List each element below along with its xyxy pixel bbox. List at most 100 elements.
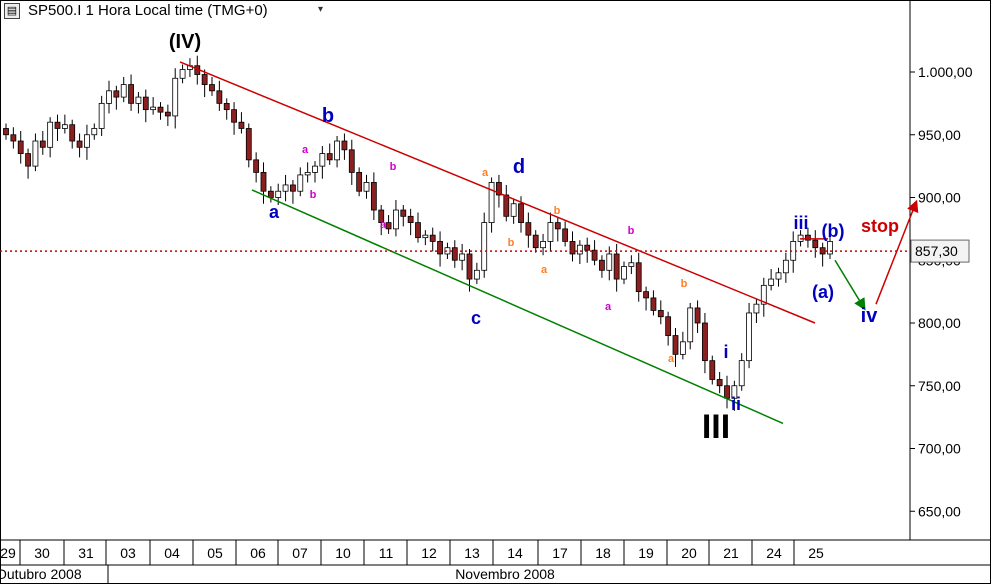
candle-body xyxy=(525,222,532,236)
x-tick-label: 11 xyxy=(379,545,394,561)
candle-body xyxy=(569,241,576,255)
candle-body xyxy=(628,262,635,267)
candle-body xyxy=(54,121,61,129)
candle-body xyxy=(47,121,54,148)
chart-window: 1.000,00950,00900,00850,00800,00750,0070… xyxy=(0,0,991,584)
subwave-label: b xyxy=(681,278,688,290)
candle-body xyxy=(260,171,267,192)
candle-body xyxy=(621,266,627,280)
candle-body xyxy=(157,106,164,113)
candle-body xyxy=(547,222,554,242)
candle-body xyxy=(253,159,260,173)
candle-body xyxy=(746,312,752,362)
current-price-label: 857,30 xyxy=(915,243,958,259)
candle-body xyxy=(312,165,318,173)
subwave-label: b xyxy=(554,205,561,217)
x-tick-label: 30 xyxy=(34,545,50,561)
candle-body xyxy=(164,111,171,117)
subwave-label: b xyxy=(310,189,317,201)
x-tick-label: 31 xyxy=(78,545,94,561)
wave-label: iv xyxy=(861,305,879,327)
candle-body xyxy=(437,241,443,255)
x-tick-label: 17 xyxy=(552,545,568,561)
candle-body xyxy=(216,90,223,104)
candle-body xyxy=(98,102,105,129)
candle-body xyxy=(782,259,789,274)
candle-body xyxy=(768,278,775,286)
candle-body xyxy=(76,140,83,148)
candle-body xyxy=(540,241,546,249)
candle-body xyxy=(223,102,230,111)
y-tick-label: 750,00 xyxy=(918,378,961,394)
subwave-label: a xyxy=(668,353,675,365)
wave-label: (a) xyxy=(812,282,834,302)
candle-body xyxy=(341,140,348,151)
candle-body xyxy=(510,203,517,217)
candle-body xyxy=(128,84,134,104)
wave-label: ii xyxy=(731,394,741,414)
candle-body xyxy=(724,385,730,399)
candle-body xyxy=(599,259,605,271)
candle-body xyxy=(334,140,340,161)
candle-body xyxy=(532,234,539,249)
candle-body xyxy=(106,90,112,104)
candle-body xyxy=(370,182,377,211)
candle-body xyxy=(643,291,649,299)
candle-body xyxy=(407,215,414,223)
x-tick-label: 25 xyxy=(808,545,824,561)
x-tick-label: 10 xyxy=(335,545,351,561)
candle-body xyxy=(304,171,311,176)
x-tick-label: 20 xyxy=(681,545,697,561)
candle-body xyxy=(275,190,282,198)
candle-body xyxy=(466,253,473,280)
candle-body xyxy=(827,241,833,255)
candle-body xyxy=(694,307,701,324)
candle-body xyxy=(231,109,237,123)
x-tick-label: 06 xyxy=(250,545,266,561)
candle-body xyxy=(172,77,179,117)
candle-body xyxy=(113,90,120,98)
candle-body xyxy=(290,184,296,192)
candle-body xyxy=(518,203,524,223)
price-chart[interactable]: 1.000,00950,00900,00850,00800,00750,0070… xyxy=(0,0,991,584)
candle-body xyxy=(91,128,98,136)
wave-label: c xyxy=(471,308,481,328)
x-tick-label: 29 xyxy=(0,545,16,561)
x-tick-label: 13 xyxy=(464,545,480,561)
x-tick-label: 12 xyxy=(421,545,437,561)
chart-menu-icon[interactable]: ▤ xyxy=(4,3,20,19)
candle-body xyxy=(665,316,672,336)
chart-title: SP500.I 1 Hora Local time (TMG+0) xyxy=(28,2,268,19)
candle-body xyxy=(179,69,186,79)
candle-body xyxy=(657,310,664,318)
candle-body xyxy=(488,182,495,224)
candle-body xyxy=(39,140,46,148)
x-tick-label: 07 xyxy=(292,545,308,561)
wave-label: a xyxy=(269,202,280,222)
x-tick-label: 05 xyxy=(207,545,223,561)
candle-body xyxy=(209,84,215,92)
subwave-label: a xyxy=(482,167,489,179)
candle-body xyxy=(650,297,657,311)
candle-body xyxy=(348,149,355,173)
y-tick-label: 1.000,00 xyxy=(918,64,973,80)
candle-body xyxy=(17,140,24,154)
candle-body xyxy=(613,253,620,280)
candle-body xyxy=(3,128,9,136)
candle-body xyxy=(702,322,708,362)
candle-body xyxy=(753,303,760,314)
x-tick-label: 18 xyxy=(595,545,611,561)
candle-body xyxy=(267,190,274,198)
candle-body xyxy=(356,171,363,192)
subwave-label: a xyxy=(605,301,612,313)
candle-body xyxy=(385,222,392,230)
chevron-down-icon[interactable]: ▾ xyxy=(318,4,323,15)
candle-body xyxy=(422,234,429,239)
candle-body xyxy=(363,182,370,192)
x-tick-label: 04 xyxy=(164,545,180,561)
candle-body xyxy=(459,253,466,261)
candle-body xyxy=(84,134,90,148)
candle-body xyxy=(503,194,510,217)
candle-body xyxy=(672,335,679,355)
candle-body xyxy=(32,140,39,167)
